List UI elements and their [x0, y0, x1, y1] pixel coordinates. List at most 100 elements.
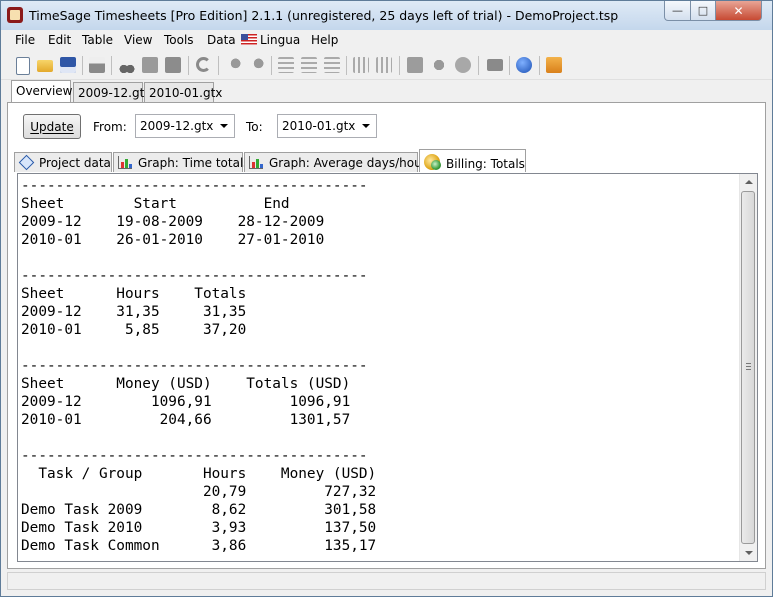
us-flag-icon	[241, 34, 257, 45]
new-file-icon	[16, 57, 30, 75]
settings-button[interactable]	[429, 55, 449, 75]
copy-button[interactable]	[140, 55, 160, 75]
toolbar-separator	[188, 56, 189, 75]
tab-2010-01[interactable]: 2010-01.gtx	[144, 82, 222, 102]
tmp-button[interactable]	[453, 55, 473, 75]
menu-view[interactable]: View	[124, 33, 152, 47]
tab-billing-totals[interactable]: Billing: Totals	[419, 149, 526, 172]
scroll-down-icon[interactable]	[745, 551, 753, 555]
find-button[interactable]	[224, 55, 244, 75]
from-label: From:	[93, 120, 127, 134]
new-file-button[interactable]	[12, 55, 32, 75]
title-bar[interactable]: TimeSage Timesheets [Pro Edition] 2.1.1 …	[1, 1, 772, 30]
maximize-button[interactable]: □	[690, 1, 716, 21]
menu-file[interactable]: File	[15, 33, 35, 47]
tab-graph-time-totals-label: Graph: Time totals	[138, 156, 250, 170]
open-folder-icon	[37, 60, 53, 72]
to-select[interactable]: 2010-01.gtx	[277, 114, 377, 138]
paste-icon	[165, 57, 181, 73]
document-tabs: Overview 2009-12.gtx 2010-01.gtx	[1, 80, 772, 103]
status-bar	[7, 572, 766, 590]
copy-icon	[142, 57, 158, 73]
menu-lingua-label: Lingua	[260, 33, 301, 47]
toolbar-separator	[111, 56, 112, 75]
to-label: To:	[246, 120, 263, 134]
tab-project-data[interactable]: Project data	[14, 152, 112, 172]
minimize-button[interactable]: —	[664, 1, 691, 21]
report-content: ----------------------------------------…	[21, 178, 377, 554]
find-replace-button[interactable]	[247, 55, 267, 75]
keyboard-button[interactable]	[485, 55, 505, 75]
toolbar-separator	[271, 56, 272, 75]
toolbar-separator	[218, 56, 219, 75]
app-icon[interactable]	[7, 7, 23, 23]
bar-chart-icon	[249, 156, 263, 169]
undo-button[interactable]	[194, 55, 214, 75]
paste-button[interactable]	[163, 55, 183, 75]
report-tabs: Project data Graph: Time totals Graph: A…	[14, 149, 759, 172]
toolbar-separator	[478, 56, 479, 75]
tab-project-data-label: Project data	[39, 156, 111, 170]
report-button[interactable]	[405, 55, 425, 75]
scroll-up-icon[interactable]	[745, 180, 753, 184]
overview-panel: Update From: 2009-12.gtx To: 2010-01.gtx…	[7, 102, 766, 569]
app-window: TimeSage Timesheets [Pro Edition] 2.1.1 …	[0, 0, 773, 597]
merge-column-button[interactable]	[374, 55, 394, 75]
tab-graph-time-totals[interactable]: Graph: Time totals	[113, 152, 250, 172]
coins-icon	[424, 154, 441, 170]
window-title: TimeSage Timesheets [Pro Edition] 2.1.1 …	[29, 8, 619, 23]
insert-row-icon	[278, 57, 294, 73]
print-button[interactable]	[87, 55, 107, 75]
menu-edit[interactable]: Edit	[48, 33, 71, 47]
scrollbar-thumb[interactable]	[741, 191, 755, 544]
update-button[interactable]: Update	[23, 114, 81, 139]
tab-overview[interactable]: Overview	[11, 80, 73, 103]
cut-button[interactable]	[117, 55, 137, 75]
chevron-down-icon	[362, 124, 370, 128]
print-icon	[89, 57, 105, 73]
menu-bar: File Edit Table View Tools Data Lingua H…	[1, 30, 772, 51]
delete-column-button[interactable]	[351, 55, 371, 75]
save-icon	[60, 57, 76, 73]
insert-column-icon	[301, 57, 317, 73]
billing-report-text[interactable]: ----------------------------------------…	[17, 173, 758, 562]
home-button[interactable]	[544, 55, 564, 75]
to-select-value: 2010-01.gtx	[282, 119, 356, 133]
vertical-scrollbar[interactable]	[739, 174, 757, 561]
menu-help[interactable]: Help	[311, 33, 338, 47]
toolbar-separator	[82, 56, 83, 75]
settings-icon	[431, 57, 447, 73]
help-icon	[516, 57, 532, 73]
merge-column-icon	[376, 57, 392, 73]
menu-tools[interactable]: Tools	[164, 33, 194, 47]
menu-lingua[interactable]: Lingua	[241, 33, 300, 47]
tab-2009-12[interactable]: 2009-12.gtx	[73, 82, 151, 102]
toolbar-separator	[539, 56, 540, 75]
cut-icon	[119, 57, 135, 73]
delete-column-icon	[353, 57, 369, 73]
chevron-down-icon	[220, 124, 228, 128]
undo-icon	[196, 57, 211, 72]
from-select[interactable]: 2009-12.gtx	[135, 114, 235, 138]
close-button[interactable]: ✕	[715, 1, 762, 21]
menu-table[interactable]: Table	[82, 33, 113, 47]
report-icon	[407, 57, 423, 73]
insert-column-button[interactable]	[299, 55, 319, 75]
tab-billing-totals-label: Billing: Totals	[446, 157, 525, 171]
find-icon	[226, 57, 242, 73]
save-button[interactable]	[58, 55, 78, 75]
toolbar-separator	[399, 56, 400, 75]
find-replace-icon	[249, 57, 265, 73]
insert-row-button[interactable]	[276, 55, 296, 75]
delete-row-button[interactable]	[322, 55, 342, 75]
bar-chart-icon	[118, 156, 132, 169]
open-button[interactable]	[35, 55, 55, 75]
keyboard-icon	[487, 59, 503, 71]
tab-graph-average-days-hours-label: Graph: Average days/hours	[269, 156, 433, 170]
grip-icon	[746, 363, 751, 370]
tab-graph-average-days-hours[interactable]: Graph: Average days/hours	[244, 152, 433, 172]
help-button[interactable]	[514, 55, 534, 75]
toolbar-separator	[346, 56, 347, 75]
from-select-value: 2009-12.gtx	[140, 119, 214, 133]
menu-data[interactable]: Data	[207, 33, 236, 47]
